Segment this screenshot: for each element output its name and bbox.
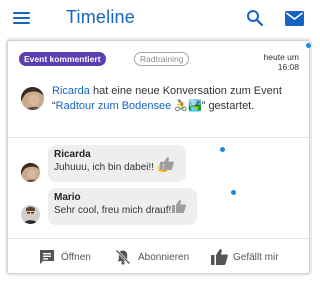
like-icon[interactable] xyxy=(160,157,174,170)
timeline-card: Event kommentiert Radtraining heute um 1… xyxy=(7,40,311,274)
unread-indicator xyxy=(220,147,225,152)
avatar[interactable] xyxy=(21,205,40,224)
app-bar: Timeline xyxy=(0,0,320,34)
page-title: Timeline xyxy=(66,7,135,27)
subscribe-label: Abonnieren xyxy=(138,252,190,263)
event-link[interactable]: Radtour zum Bodensee xyxy=(56,100,172,112)
open-label: Öffnen xyxy=(61,252,91,263)
comment-icon xyxy=(40,250,54,264)
menu-icon[interactable] xyxy=(13,12,30,24)
comment-bubble: Mario Sehr cool, freu mich drauf! xyxy=(48,188,197,225)
comment-author[interactable]: Mario xyxy=(54,192,81,203)
avatar[interactable] xyxy=(21,87,44,110)
comment-bubble: Ricarda Juhuuu, ich bin dabei!! 💪 xyxy=(48,145,186,182)
divider xyxy=(8,238,309,239)
comment-text: Sehr cool, freu mich drauf! xyxy=(54,205,172,216)
event-emoji: 🚴🏞️ xyxy=(174,100,202,112)
divider xyxy=(8,137,309,138)
thumbs-up-icon xyxy=(211,249,228,265)
avatar[interactable] xyxy=(21,163,40,182)
like-icon[interactable] xyxy=(172,200,186,213)
like-label: Gefällt mir xyxy=(233,252,279,263)
search-icon[interactable] xyxy=(246,9,264,27)
post-text-end: ” gestartet. xyxy=(201,100,255,112)
comment-author[interactable]: Ricarda xyxy=(54,149,91,160)
notifications-off-icon xyxy=(115,249,131,265)
mail-icon[interactable] xyxy=(285,11,304,26)
unread-indicator xyxy=(231,190,236,195)
unread-indicator xyxy=(306,43,311,48)
event-type-badge: Event kommentiert xyxy=(19,52,106,66)
actor-link[interactable]: Ricarda xyxy=(52,85,90,97)
like-button[interactable]: Gefällt mir xyxy=(211,249,301,265)
timestamp-date: heute um xyxy=(263,52,299,62)
timestamp: heute um 16:08 xyxy=(239,52,299,72)
tag-badge[interactable]: Radtraining xyxy=(134,52,190,66)
open-button[interactable]: Öffnen xyxy=(39,249,109,265)
comment-text: Juhuuu, ich bin dabei!! 💪 xyxy=(54,162,170,173)
post-text: Ricarda hat eine neue Konversation zum E… xyxy=(52,84,300,114)
subscribe-button[interactable]: Abonnieren xyxy=(115,249,205,265)
timestamp-time: 16:08 xyxy=(277,62,299,72)
